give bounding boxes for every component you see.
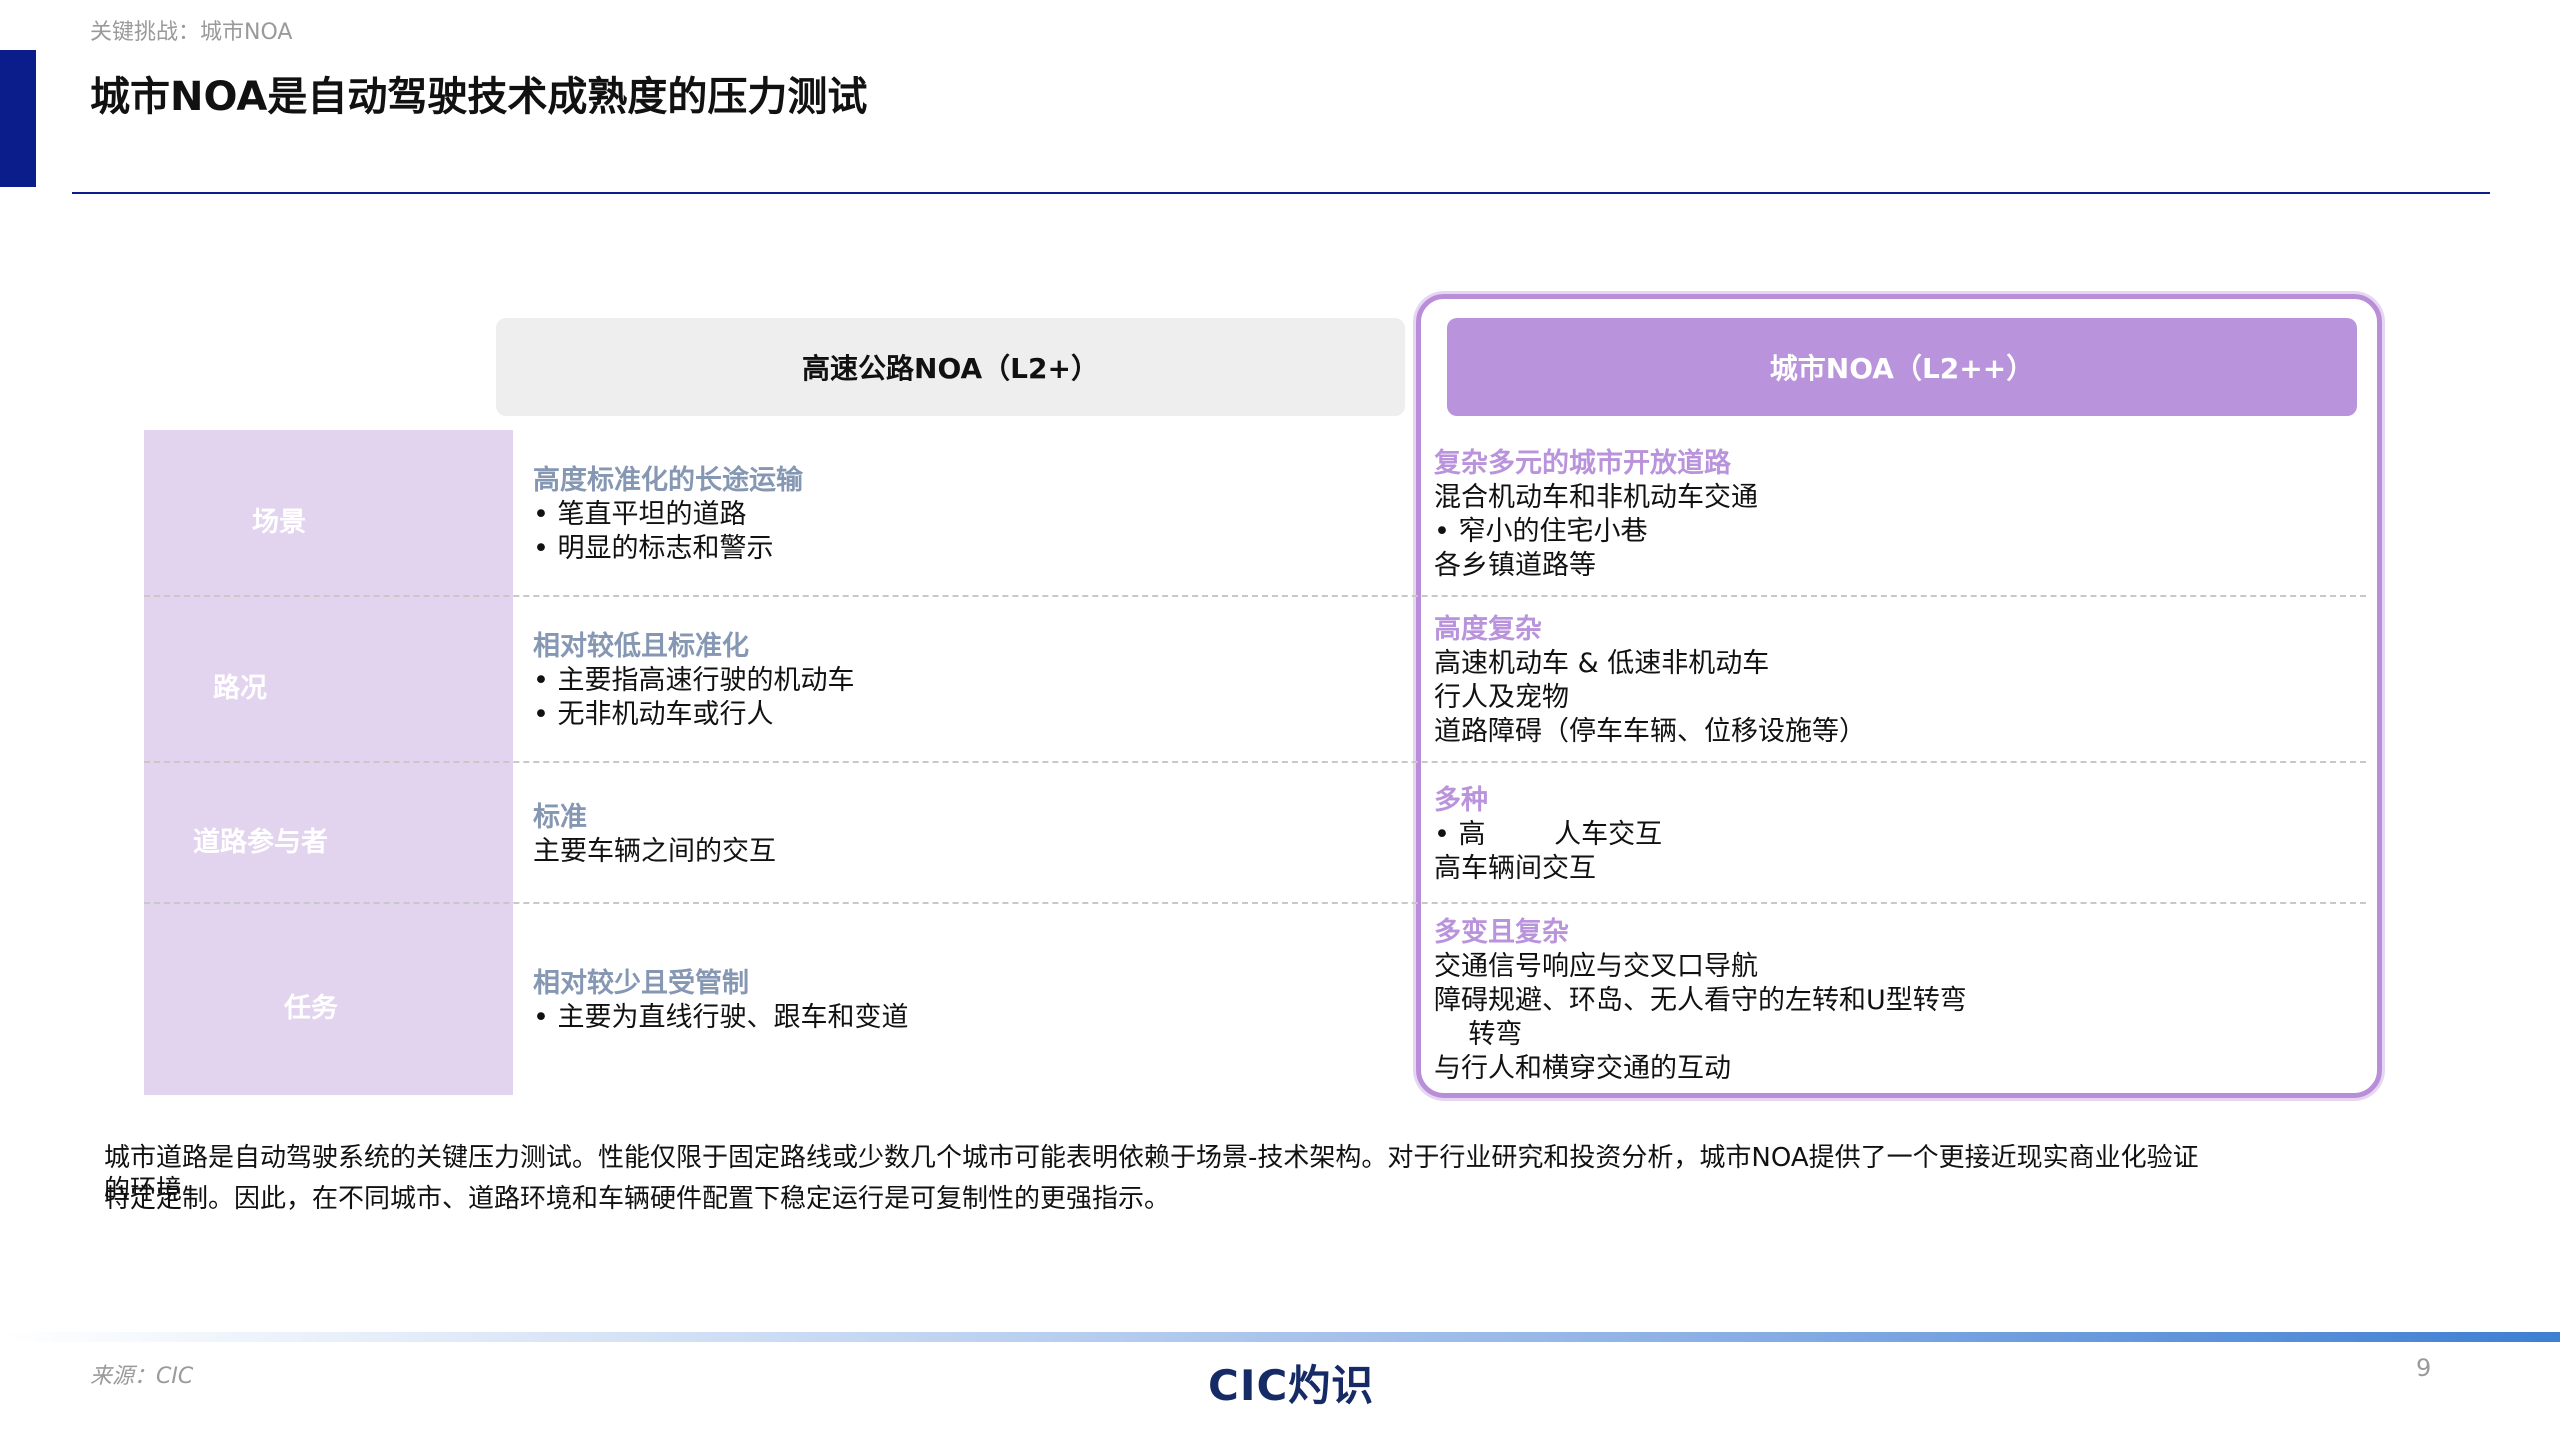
- cell-heading: 相对较少且受管制: [533, 968, 749, 999]
- row-divider: [144, 595, 2366, 597]
- row-label-road-participants: 道路参与者: [193, 827, 328, 858]
- city-cell-tasks: 多变且复杂 交通信号响应与交叉口导航 障碍规避、环岛、无人看守的左转和U型转弯 …: [1434, 916, 1967, 1086]
- cell-line: • 主要指高速行驶的机动车: [533, 665, 855, 696]
- cell-heading: 标准: [533, 802, 587, 833]
- cell-line: 与行人和横穿交通的互动: [1434, 1053, 1731, 1084]
- row-divider: [144, 761, 2366, 763]
- summary-line-1: 城市道路是自动驾驶系统的关键压力测试。性能仅限于固定路线或少数几个城市可能表明依…: [104, 1143, 2199, 1173]
- summary-line-2: 特定定制。因此，在不同城市、道路环境和车辆硬件配置下稳定运行是可复制性的更强指示…: [104, 1184, 1171, 1214]
- cell-line: 行人及宠物: [1434, 682, 1569, 713]
- highway-cell-road-participants: 标准 主要车辆之间的交互: [533, 801, 776, 869]
- highway-cell-road-conditions: 相对较低且标准化 • 主要指高速行驶的机动车 • 无非机动车或行人: [533, 630, 855, 732]
- city-noa-column-header: 城市NOA（L2++）: [1447, 318, 2357, 416]
- cell-heading: 高度复杂: [1434, 614, 1542, 645]
- page-title: 城市NOA是自动驾驶技术成熟度的压力测试: [90, 74, 868, 120]
- cell-line: 混合机动车和非机动车交通: [1434, 482, 1758, 513]
- cell-line: 各乡镇道路等: [1434, 550, 1596, 581]
- cell-line: 转弯: [1434, 1019, 1523, 1050]
- cell-line: • 无非机动车或行人: [533, 699, 774, 730]
- highway-noa-column-header: 高速公路NOA（L2+）: [496, 318, 1405, 416]
- breadcrumb: 关键挑战：城市NOA: [90, 20, 293, 45]
- cell-heading: 相对较低且标准化: [533, 631, 749, 662]
- cell-line: 主要车辆之间的交互: [533, 836, 776, 867]
- cell-heading: 复杂多元的城市开放道路: [1434, 448, 1731, 479]
- row-divider: [144, 902, 2366, 904]
- row-label-road-conditions: 路况: [213, 673, 267, 704]
- cell-line: • 窄小的住宅小巷: [1434, 516, 1648, 547]
- cell-line: 道路障碍（停车车辆、位移设施等）: [1434, 716, 1866, 747]
- row-label-tasks: 任务: [284, 993, 338, 1024]
- cic-logo: CIC灼识: [1208, 1361, 1375, 1410]
- cell-line: • 明显的标志和警示: [533, 533, 774, 564]
- cell-line: • 主要为直线行驶、跟车和变道: [533, 1002, 909, 1033]
- title-divider: [72, 192, 2490, 194]
- footer-gradient-bar: [0, 1332, 2560, 1342]
- city-cell-road-conditions: 高度复杂 高速机动车 & 低速非机动车 行人及宠物 道路障碍（停车车辆、位移设施…: [1434, 613, 1866, 749]
- source-note: 来源：CIC: [90, 1364, 194, 1389]
- cell-line: • 高 人车交互: [1434, 819, 1663, 850]
- row-label-scenario: 场景: [252, 507, 306, 538]
- cell-line: 障碍规避、环岛、无人看守的左转和U型转弯: [1434, 985, 1967, 1016]
- highway-cell-tasks: 相对较少且受管制 • 主要为直线行驶、跟车和变道: [533, 967, 909, 1035]
- cell-heading: 多变且复杂: [1434, 917, 1569, 948]
- cell-line: 高速机动车 & 低速非机动车: [1434, 648, 1770, 679]
- highway-cell-scenario: 高度标准化的长途运输 • 笔直平坦的道路 • 明显的标志和警示: [533, 464, 803, 566]
- page-number: 9: [2416, 1354, 2432, 1382]
- city-cell-road-participants: 多种 • 高 人车交互 高车辆间交互: [1434, 784, 1662, 886]
- cell-heading: 高度标准化的长途运输: [533, 465, 803, 496]
- cell-line: • 笔直平坦的道路: [533, 499, 747, 530]
- title-accent-bar: [0, 50, 36, 187]
- cell-line: 交通信号响应与交叉口导航: [1434, 951, 1758, 982]
- cell-heading: 多种: [1434, 785, 1488, 816]
- city-cell-scenario: 复杂多元的城市开放道路 混合机动车和非机动车交通 • 窄小的住宅小巷 各乡镇道路…: [1434, 447, 1758, 583]
- cell-line: 高车辆间交互: [1434, 853, 1596, 884]
